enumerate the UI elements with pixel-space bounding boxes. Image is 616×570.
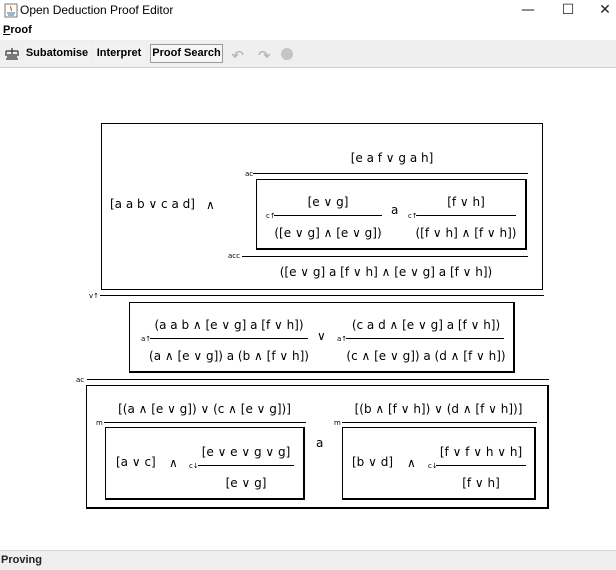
- middle-right-denominator: (c ∧ [e ∨ g]) a (d ∧ [f ∨ h]): [346, 349, 506, 363]
- bottom-right-m-line: [342, 422, 537, 423]
- inner-right-denominator: ([f ∨ h] ∧ [f ∨ h]): [415, 226, 517, 240]
- menu-proof[interactable]: Proof: [3, 24, 32, 36]
- menu-bar: Proof: [0, 22, 616, 40]
- bottom-left-and: ∧: [169, 456, 178, 470]
- bottom-left-c-rule: c↓: [189, 462, 199, 470]
- top-and-connective: ∧: [206, 198, 215, 212]
- minimize-button[interactable]: —: [508, 0, 548, 22]
- bottom-left-premise: [(a ∧ [e ∨ g]) ∨ (c ∧ [e ∨ g])]: [118, 402, 291, 416]
- bottom-right-num: [f ∨ f ∨ h ∨ h]: [439, 445, 523, 459]
- java-app-icon: [4, 3, 18, 18]
- proof-canvas[interactable]: [a a b ∨ c a d] ∧ [e a f ∨ g a h] ac [e …: [0, 69, 616, 550]
- acc-rule-label: acc: [228, 252, 240, 260]
- status-bar: Proving: [0, 550, 616, 570]
- bottom-left-m-rule: m: [96, 419, 103, 427]
- menu-proof-rest: roof: [10, 24, 32, 36]
- ac-inference-line-2: [87, 379, 549, 380]
- bottom-mid-connective: a: [316, 436, 324, 450]
- bottom-left-num: [e ∨ e ∨ g ∨ g]: [201, 445, 291, 459]
- v-rule-label: v↑: [89, 292, 100, 300]
- redo-icon[interactable]: [254, 45, 272, 63]
- bottom-right-and: ∧: [407, 456, 416, 470]
- middle-or-connective: ∨: [317, 329, 326, 343]
- middle-left-line: [150, 338, 308, 339]
- ac-inference-line: [253, 173, 528, 174]
- title-bar: Open Deduction Proof Editor — ☐ ✕: [0, 0, 616, 22]
- inner-mid-connective: a: [391, 203, 399, 217]
- top-premise: [e a f ∨ g a h]: [350, 151, 434, 165]
- middle-left-denominator: (a ∧ [e ∨ g]) a (b ∧ [f ∨ h]): [149, 349, 309, 363]
- inner-right-line: [416, 215, 516, 216]
- ac-rule-label-2: ac: [76, 376, 85, 384]
- inner-left-line: [274, 215, 382, 216]
- bottom-left-den: [e ∨ g]: [225, 476, 267, 490]
- tree-layout-icon[interactable]: [3, 45, 21, 63]
- bottom-right-premise: [(b ∧ [f ∨ h]) ∨ (d ∧ [f ∨ h])]: [354, 402, 523, 416]
- middle-right-numerator: (c a d ∧ [e ∨ g] a [f ∨ h]): [351, 318, 501, 332]
- inner-left-rule: c↑: [266, 212, 276, 220]
- interpret-button[interactable]: Interpret: [93, 44, 145, 63]
- middle-left-rule: a↑: [141, 335, 152, 343]
- stop-icon[interactable]: [278, 45, 296, 63]
- subatomise-button[interactable]: Subatomise: [24, 44, 90, 63]
- bottom-right-m-rule: m: [334, 419, 341, 427]
- middle-right-line: [346, 338, 504, 339]
- inner-left-numerator: [e ∨ g]: [307, 195, 349, 209]
- inner-left-denominator: ([e ∨ g] ∧ [e ∨ g]): [274, 226, 382, 240]
- bottom-left-formula: [a ∨ c]: [116, 455, 156, 469]
- maximize-button[interactable]: ☐: [548, 0, 588, 22]
- window-title: Open Deduction Proof Editor: [20, 3, 174, 17]
- bottom-right-den: [f ∨ h]: [462, 476, 500, 490]
- bottom-left-c-line: [198, 465, 294, 466]
- middle-right-rule: a↑: [337, 335, 348, 343]
- acc-inference-line: [242, 256, 528, 257]
- bottom-right-c-line: [436, 465, 526, 466]
- middle-left-numerator: (a a b ∧ [e ∨ g] a [f ∨ h]): [154, 318, 304, 332]
- ac-rule-label: ac: [245, 170, 254, 178]
- top-left-formula: [a a b ∨ c a d]: [110, 197, 195, 211]
- close-button[interactable]: ✕: [585, 0, 616, 22]
- inner-right-rule: c↑: [408, 212, 418, 220]
- bottom-right-formula: [b ∨ d]: [352, 455, 394, 469]
- bottom-left-m-line: [104, 422, 306, 423]
- status-text: Proving: [1, 554, 42, 566]
- inner-right-numerator: [f ∨ h]: [447, 195, 485, 209]
- top-conclusion: ([e ∨ g] a [f ∨ h] ∧ [e ∨ g] a [f ∨ h]): [279, 265, 493, 279]
- proof-search-button[interactable]: Proof Search: [150, 44, 223, 63]
- toolbar: Subatomise Interpret Proof Search: [0, 40, 616, 68]
- v-inference-line: [100, 295, 544, 296]
- bottom-right-c-rule: c↓: [428, 462, 438, 470]
- undo-icon[interactable]: [230, 45, 248, 63]
